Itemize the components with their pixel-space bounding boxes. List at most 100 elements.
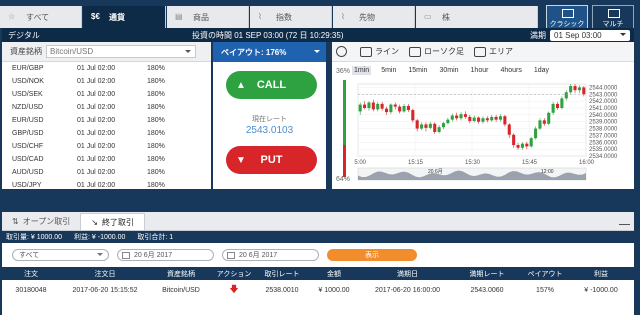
asset-payout: 180%: [147, 104, 165, 111]
y-tick-label: 2542.0000: [589, 99, 618, 105]
cell-rate: 2538.0010: [265, 286, 299, 294]
asset-row[interactable]: USD/NOK 01 Jul 02:00 180%: [2, 75, 211, 88]
asset-name: USD/CAD: [12, 156, 44, 163]
asset-payout: 180%: [147, 91, 165, 98]
candle-body: [393, 104, 397, 107]
tab-closed-trades[interactable]: ↘ 終了取引: [80, 213, 145, 230]
header-bar: デジタル 投資の時間 01 SEP 03:00 (72 日 10:29:35) …: [2, 28, 634, 42]
tab-currency[interactable]: $€ 通貨: [83, 6, 166, 28]
asset-row[interactable]: GBP/USD 01 Jul 02:00 180%: [2, 127, 211, 140]
col-payout: ペイアウト: [527, 270, 563, 278]
asset-row[interactable]: USD/CAD 01 Jul 02:00 180%: [2, 153, 211, 166]
candle-body: [459, 114, 463, 119]
multi-view-button[interactable]: マルチ: [592, 5, 634, 29]
asset-name: USD/SEK: [12, 91, 43, 98]
timeframe-1min[interactable]: 1min: [352, 66, 372, 75]
candle-chart-button[interactable]: ローソク足: [409, 46, 464, 57]
candle-body: [402, 105, 406, 112]
timeframe-5min[interactable]: 5min: [379, 66, 398, 75]
asset-payout: 180%: [147, 117, 165, 124]
asset-row[interactable]: EUR/GBP 01 Jul 02:00 180%: [2, 62, 211, 75]
cell-payout: 157%: [536, 286, 554, 294]
candle-body: [367, 102, 371, 108]
asset-row[interactable]: NZD/USD 01 Jul 02:00 180%: [2, 101, 211, 114]
timeframe-1day[interactable]: 1day: [532, 66, 551, 75]
candle-body: [463, 114, 467, 117]
asset-row[interactable]: EUR/USD 01 Jul 02:00 180%: [2, 114, 211, 127]
timeframe-15min[interactable]: 15min: [406, 66, 429, 75]
payout-select[interactable]: ペイアウト: 176%: [213, 42, 326, 62]
candle-body: [380, 103, 384, 109]
candle-body: [384, 108, 389, 113]
line-chart-button[interactable]: ライン: [360, 46, 399, 57]
tab-index[interactable]: ⌇ 指数: [250, 6, 332, 28]
calendar-icon: [122, 251, 130, 259]
put-button[interactable]: ▼ PUT: [226, 146, 317, 174]
candle-body: [516, 145, 520, 148]
tab-futures[interactable]: ⌇ 先物: [333, 6, 415, 28]
show-button[interactable]: 表示: [327, 249, 417, 261]
table-row[interactable]: 30180048 2017-06-20 15:15:52 Bitcoin/USD…: [2, 280, 634, 300]
area-chart-icon: [474, 46, 486, 57]
asset-select[interactable]: Bitcoin/USD: [46, 45, 196, 58]
timeframe-30min[interactable]: 30min: [437, 66, 460, 75]
sentiment-up: 36%: [336, 68, 351, 75]
y-tick-label: 2544.0000: [589, 85, 618, 91]
candle-body: [415, 120, 419, 129]
tab-stock[interactable]: ▭ 株: [416, 6, 538, 28]
candle-body: [542, 120, 546, 124]
area-chart-button[interactable]: エリア: [474, 46, 513, 57]
sentiment-down: 64%: [336, 176, 351, 183]
star-icon: ☆: [8, 12, 16, 21]
tab-open-trades[interactable]: ⇅ オープン取引: [2, 213, 80, 230]
settings-button[interactable]: [336, 46, 350, 57]
cell-expiry: 2017-06-20 16:00:00: [375, 286, 440, 294]
date-from-input[interactable]: 20 6月 2017: [117, 249, 214, 261]
index-chart-icon: ⌇: [258, 12, 262, 21]
call-button[interactable]: ▲ CALL: [226, 71, 317, 99]
timeframe-4hours[interactable]: 4hours: [498, 66, 523, 75]
date-to-input[interactable]: 20 6月 2017: [222, 249, 319, 261]
col-order: 注文: [24, 270, 38, 278]
asset-expiry: 01 Jul 02:00: [77, 117, 116, 124]
asset-expiry: 01 Jul 02:00: [77, 156, 116, 163]
candle-body: [411, 110, 415, 121]
bar-chart-icon[interactable]: [619, 215, 630, 225]
summary-profit: 利益: ¥ -1000.00: [74, 234, 126, 241]
candle-body: [485, 118, 489, 121]
asset-row[interactable]: USD/JPY 01 Jul 02:00 180%: [2, 179, 211, 192]
chart-panel: ライン ローソク足 エリア 1min 5min 15min 30min 1hou…: [332, 42, 634, 189]
x-tick-label: 15:30: [465, 160, 481, 166]
asset-payout: 180%: [147, 169, 165, 176]
candle-body: [538, 120, 542, 129]
trade-panel: ペイアウト: 176% ▲ CALL 現在レート 2543.0103 ▼ PUT: [213, 42, 326, 189]
price-chart[interactable]: 2544.00002543.00002542.00002541.00002540…: [354, 80, 630, 186]
asset-row[interactable]: USD/SEK 01 Jul 02:00 180%: [2, 88, 211, 101]
tab-all[interactable]: ☆ すべて: [0, 6, 82, 28]
tab-commodity[interactable]: ▤ 商品: [167, 6, 249, 28]
asset-name: NZD/USD: [12, 104, 44, 111]
candle-body: [450, 115, 454, 120]
asset-label: 資産銘柄: [10, 47, 42, 56]
classic-view-button[interactable]: クラシック: [546, 5, 588, 29]
asset-row[interactable]: USD/CHF 01 Jul 02:00 180%: [2, 140, 211, 153]
asset-row[interactable]: AUD/USD 01 Jul 02:00 180%: [2, 166, 211, 179]
expiry-select[interactable]: 01 Sep 03:00: [550, 29, 630, 41]
y-tick-label: 2536.0000: [589, 140, 618, 146]
filter-select[interactable]: すべて: [12, 249, 109, 261]
timeframe-1hour[interactable]: 1hour: [469, 66, 491, 75]
arrow-down-icon: 🡇: [229, 284, 239, 294]
candle-body: [398, 106, 402, 112]
candle-body: [441, 123, 446, 128]
timeframe-bar: 1min 5min 15min 30min 1hour 4hours 1day: [352, 66, 559, 75]
candle-body: [564, 92, 568, 99]
candle-body: [573, 86, 577, 91]
candle-chart-icon: [409, 46, 421, 57]
top-tab-bar: ☆ すべて $€ 通貨 ▤ 商品 ⌇ 指数 ⌇ 先物 ▭ 株 クラシック マルチ: [0, 0, 640, 29]
y-tick-label: 2535.0000: [589, 147, 618, 153]
candle-body: [582, 87, 586, 95]
x-tick-label: 15:15: [408, 160, 424, 166]
y-tick-label: 2540.0000: [589, 113, 618, 119]
y-tick-label: 2543.0000: [589, 92, 618, 98]
candle-body: [437, 127, 441, 132]
